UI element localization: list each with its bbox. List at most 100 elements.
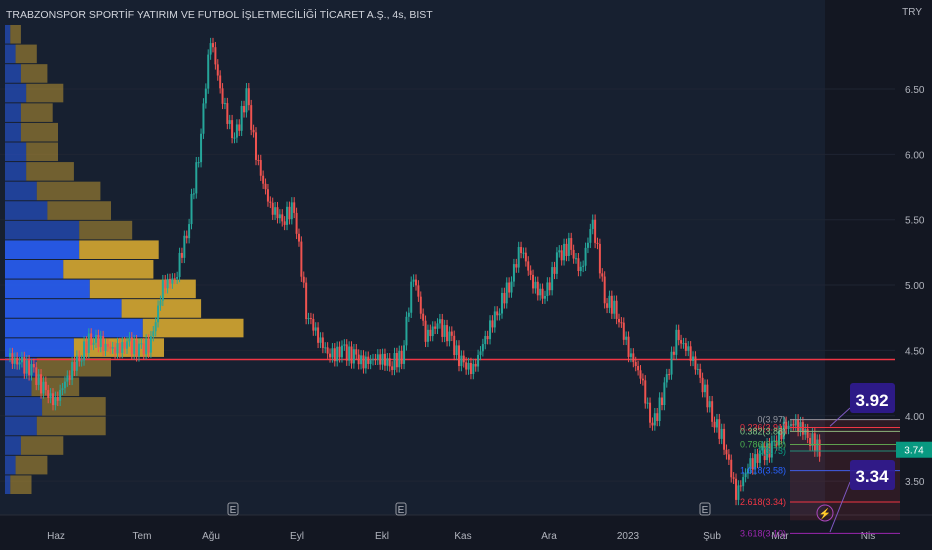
candle xyxy=(596,242,599,244)
candle xyxy=(467,362,470,370)
candle xyxy=(321,337,324,348)
candle xyxy=(204,88,207,104)
candle xyxy=(548,282,551,291)
candle xyxy=(340,345,343,358)
candle xyxy=(517,247,520,268)
candle xyxy=(407,312,410,317)
candle xyxy=(436,323,439,329)
candle xyxy=(169,278,172,284)
candle xyxy=(543,295,546,299)
candle xyxy=(238,124,241,131)
candle xyxy=(329,353,332,358)
fib-level-label: 1.618(3.58) xyxy=(740,466,786,476)
y-tick-label: 3.50 xyxy=(905,477,925,488)
candle xyxy=(708,401,711,408)
candle xyxy=(660,397,663,406)
candle xyxy=(140,343,143,345)
volume-profile-sell-bar xyxy=(10,475,32,494)
x-tick-label: 2023 xyxy=(617,531,640,542)
candle xyxy=(388,358,391,367)
candle xyxy=(649,402,652,423)
candle xyxy=(603,276,606,304)
volume-profile-sell-bar xyxy=(20,64,48,83)
candle xyxy=(443,325,446,337)
candle xyxy=(610,295,613,314)
candle xyxy=(393,353,396,370)
candle xyxy=(259,160,262,176)
candle xyxy=(185,235,188,239)
candle xyxy=(209,43,212,55)
candle xyxy=(601,273,604,277)
candle xyxy=(173,278,176,280)
candle xyxy=(264,183,267,190)
candle xyxy=(460,355,463,367)
target-label: 3.34 xyxy=(855,467,889,486)
volume-profile-sell-bar xyxy=(89,279,196,299)
volume-profile-buy-bar xyxy=(5,377,32,397)
candle xyxy=(142,343,145,355)
candle xyxy=(541,288,544,299)
candle xyxy=(345,344,348,361)
candle xyxy=(496,311,499,316)
candle xyxy=(591,219,594,230)
candle xyxy=(565,243,568,256)
candle xyxy=(472,363,475,375)
volume-profile-buy-bar xyxy=(5,416,37,436)
candle xyxy=(484,336,487,345)
x-tick-label: Şub xyxy=(703,531,721,542)
candle xyxy=(417,285,420,297)
candle xyxy=(126,341,129,349)
candle xyxy=(520,247,523,254)
candle xyxy=(295,212,298,234)
candle xyxy=(152,331,155,337)
candle xyxy=(286,206,289,225)
candle xyxy=(293,202,296,213)
volume-profile-buy-bar xyxy=(5,299,122,318)
candle xyxy=(121,342,124,354)
candle xyxy=(324,347,327,349)
volume-profile-sell-bar xyxy=(79,240,159,259)
candle xyxy=(703,384,706,393)
candle xyxy=(176,276,179,279)
candle xyxy=(56,396,59,401)
candle xyxy=(212,43,214,48)
candle xyxy=(412,279,415,282)
candle xyxy=(725,449,728,455)
candle xyxy=(589,229,592,243)
volume-profile-buy-bar xyxy=(5,318,143,338)
candle xyxy=(128,337,131,342)
candle xyxy=(30,364,33,376)
candle xyxy=(73,362,76,371)
candle xyxy=(192,193,195,195)
candle xyxy=(78,355,81,362)
volume-profile-buy-bar xyxy=(5,122,21,142)
volume-profile-sell-bar xyxy=(79,220,133,240)
candle xyxy=(75,355,78,371)
candle xyxy=(360,355,363,365)
volume-profile-sell-bar xyxy=(20,436,64,455)
candle xyxy=(503,292,506,304)
candle xyxy=(161,280,164,301)
candle xyxy=(183,235,186,258)
candle xyxy=(434,326,437,329)
candle xyxy=(567,238,570,256)
candle xyxy=(231,120,234,139)
candle xyxy=(546,282,549,296)
candle xyxy=(457,345,460,367)
price-chart[interactable]: 6.50 6.00 5.50 5.00 4.50 4.00 3.50 Haz Tem Ağu Eyl… xyxy=(0,0,932,550)
x-tick-label: Ağu xyxy=(202,531,220,542)
candle xyxy=(302,276,305,283)
volume-profile-sell-bar xyxy=(26,142,58,162)
candle xyxy=(247,88,250,106)
candle xyxy=(577,258,580,272)
candle xyxy=(214,47,217,65)
candle xyxy=(312,318,315,331)
volume-profile-buy-bar xyxy=(5,338,74,357)
candle xyxy=(352,349,355,364)
volume-profile-buy-bar xyxy=(5,220,80,240)
candle xyxy=(620,322,623,324)
candle xyxy=(252,129,255,133)
last-price-label: 3.74 xyxy=(904,446,924,457)
candle xyxy=(350,346,353,364)
candle xyxy=(51,393,54,406)
